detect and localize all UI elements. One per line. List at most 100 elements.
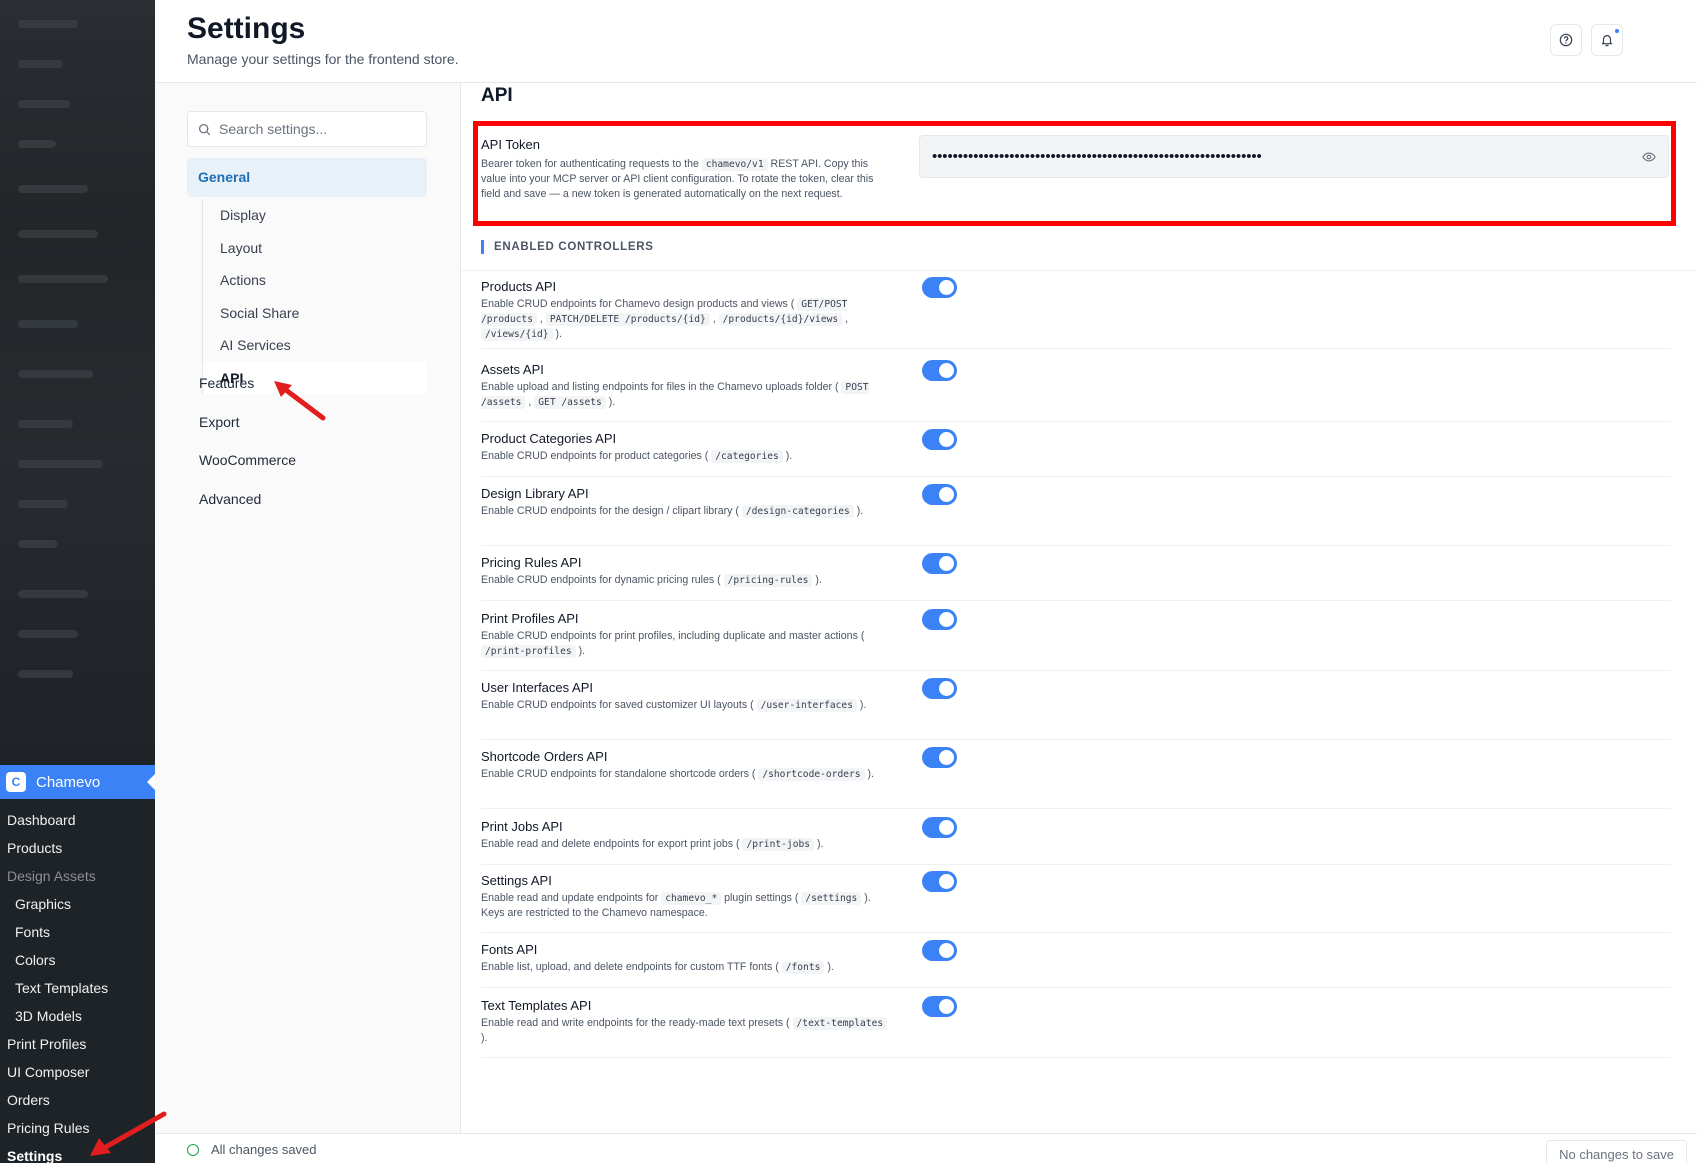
menu-item[interactable]: Colors [0,946,155,974]
controller-title: Shortcode Orders API [481,749,608,764]
controller-toggle[interactable] [922,429,957,450]
search-input[interactable] [219,121,419,137]
menu-item[interactable]: Dashboard [0,806,155,834]
nav-subitem[interactable]: Social Share [203,297,427,330]
menu-item[interactable]: Print Profiles [0,1030,155,1058]
controller-title: Text Templates API [481,998,592,1013]
description-text: plugin settings ( [721,892,802,904]
code-snippet: /print-jobs [742,838,815,851]
controller-row: Shortcode Orders API Enable CRUD endpoint… [481,747,1671,809]
controller-title: Print Jobs API [481,819,563,834]
menu-item[interactable]: Products [0,834,155,862]
description-text: ). [605,396,616,408]
controller-title: Pricing Rules API [481,555,582,570]
notifications-button[interactable] [1591,24,1623,56]
blurred-placeholder [18,230,98,238]
settings-content: API API Token Bearer token for authentic… [460,83,1697,1133]
api-token-label: API Token [481,137,541,152]
blurred-placeholder [18,670,73,678]
description-text: Enable CRUD endpoints for Chamevo design… [481,298,798,310]
api-token-input[interactable]: ••••••••••••••••••••••••••••••••••••••••… [919,135,1669,178]
annotation-arrow-icon [90,1111,167,1156]
nav-subitem[interactable]: AI Services [203,329,427,362]
nav-item-general[interactable]: General [187,158,427,197]
controller-toggle[interactable] [922,678,957,699]
controller-toggle[interactable] [922,360,957,381]
description-text: Enable CRUD endpoints for print profiles… [481,630,865,642]
controller-description: Enable read and write endpoints for the … [481,1016,891,1046]
controller-title: Design Library API [481,486,589,501]
menu-item[interactable]: 3D Models [0,1002,155,1030]
code-snippet: /categories [711,450,783,463]
general-subnav: Display Layout Actions Social Share AI Servi… [202,199,427,394]
nav-item[interactable]: Export [199,414,239,430]
code-snippet: /fonts [781,961,825,974]
controller-toggle[interactable] [922,553,957,574]
controller-toggle[interactable] [922,609,957,630]
controller-description: Enable list, upload, and delete endpoint… [481,960,891,975]
controller-toggle[interactable] [922,747,957,768]
save-button[interactable]: No changes to save [1546,1140,1687,1163]
description-text: Enable upload and listing endpoints for … [481,381,842,393]
blurred-menu-area [0,0,155,757]
controller-row: User Interfaces API Enable CRUD endpoints… [481,678,1671,740]
nav-item[interactable]: Features [199,375,254,391]
menu-item[interactable]: Fonts [0,918,155,946]
description-text: ). [814,838,824,850]
blurred-placeholder [18,20,78,28]
description-text: , [709,313,719,325]
controller-description: Enable CRUD endpoints for product catego… [481,449,891,464]
controller-row: Design Library API Enable CRUD endpoints … [481,484,1671,546]
code-snippet: /print-profiles [481,645,576,658]
description-text: Enable list, upload, and delete endpoint… [481,961,782,973]
controller-description: Enable CRUD endpoints for standalone sho… [481,767,891,782]
code-snippet: /views/{id} [481,328,553,341]
nav-subitem[interactable]: Actions [203,264,427,297]
nav-item[interactable]: Advanced [199,491,261,507]
menu-item[interactable]: Text Templates [0,974,155,1002]
controller-toggle[interactable] [922,996,957,1017]
controller-row: Assets API Enable upload and listing endp… [481,360,1671,422]
page-subtitle: Manage your settings for the frontend st… [187,51,459,67]
controller-row: Products API Enable CRUD endpoints for Ch… [481,277,1671,349]
blurred-placeholder [18,370,93,378]
blurred-placeholder [18,140,56,148]
description-text: ). [481,1032,488,1044]
blurred-placeholder [18,630,78,638]
description-text: Enable read and delete endpoints for exp… [481,838,743,850]
code-snippet: /shortcode-orders [758,768,865,781]
blurred-placeholder [18,500,68,508]
help-icon [1559,33,1573,47]
eye-icon[interactable] [1642,150,1656,164]
controller-title: Products API [481,279,557,294]
page-title: Settings [187,12,306,45]
menu-item[interactable]: UI Composer [0,1058,155,1086]
controller-description: Enable CRUD endpoints for saved customiz… [481,698,891,713]
controller-row: Product Categories API Enable CRUD endpoi… [481,429,1671,477]
controller-toggle[interactable] [922,484,957,505]
controller-title: User Interfaces API [481,680,593,695]
code-snippet: /products/{id}/views [718,313,843,326]
controller-toggle[interactable] [922,871,957,892]
blurred-placeholder [18,540,58,548]
description-text: ). [812,574,822,586]
controller-description: Enable CRUD endpoints for the design / c… [481,504,891,519]
controller-toggle[interactable] [922,277,957,298]
nav-subitem[interactable]: Layout [203,232,427,265]
settings-search[interactable] [187,111,427,147]
menu-item[interactable]: Graphics [0,890,155,918]
blurred-placeholder [18,185,88,193]
nav-item[interactable]: WooCommerce [199,452,296,468]
controller-toggle[interactable] [922,817,957,838]
menu-item-chamevo[interactable]: C Chamevo [0,765,155,799]
help-button[interactable] [1550,24,1582,56]
controller-toggle[interactable] [922,940,957,961]
description-text: Enable read and update endpoints for [481,892,662,904]
description-text: , [842,313,849,325]
controller-row: Settings API Enable read and update endpo… [481,871,1671,933]
description-text: ). [864,768,874,780]
controller-row: Pricing Rules API Enable CRUD endpoints f… [481,553,1671,601]
nav-subitem[interactable]: Display [203,199,427,232]
controller-title: Assets API [481,362,544,377]
description-text: ). [575,645,586,657]
